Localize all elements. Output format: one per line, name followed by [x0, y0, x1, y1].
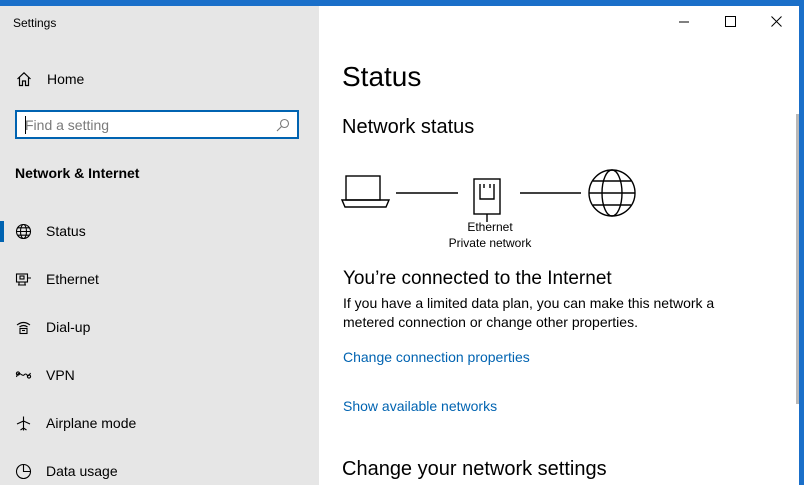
section-title: Network & Internet — [15, 165, 140, 181]
change-connection-properties-link[interactable]: Change connection properties — [343, 349, 530, 365]
scrollbar[interactable] — [796, 114, 799, 404]
search-box[interactable] — [15, 110, 299, 139]
vpn-icon — [15, 371, 32, 379]
dialup-icon — [16, 321, 31, 335]
sidebar-item-label: Data usage — [46, 463, 118, 479]
connected-heading: You’re connected to the Internet — [343, 268, 612, 289]
data-usage-icon — [15, 463, 32, 480]
sidebar-item-label: Airplane mode — [46, 415, 137, 431]
search-icon[interactable] — [276, 118, 290, 132]
settings-window: Settings Home Network & Internet Status — [0, 6, 799, 485]
minimize-icon — [679, 21, 689, 23]
globe-icon — [588, 169, 636, 217]
sidebar-item-dialup[interactable]: Dial-up — [0, 307, 319, 347]
laptop-icon — [341, 175, 391, 208]
home-icon — [17, 71, 31, 87]
change-settings-heading: Change your network settings — [342, 458, 607, 480]
sidebar: Settings Home Network & Internet Status — [0, 6, 319, 485]
text-caret — [25, 116, 26, 134]
close-button[interactable] — [754, 6, 799, 38]
home-label: Home — [47, 71, 85, 87]
minimize-button[interactable] — [662, 6, 708, 38]
sidebar-item-label: Ethernet — [46, 271, 99, 287]
ethernet-port-icon — [473, 178, 501, 222]
close-icon — [771, 16, 782, 27]
sidebar-item-label: Status — [46, 223, 86, 239]
sidebar-item-airplane-mode[interactable]: Airplane mode — [0, 403, 319, 443]
home-button[interactable]: Home — [0, 62, 319, 96]
airplane-icon — [16, 416, 31, 431]
network-type-label: Private network — [448, 236, 532, 250]
search-input[interactable] — [25, 116, 265, 134]
connected-description: If you have a limited data plan, you can… — [343, 295, 715, 330]
sidebar-item-label: VPN — [46, 367, 75, 383]
sidebar-item-label: Dial-up — [46, 319, 91, 335]
maximize-icon — [725, 16, 736, 27]
main-content: Status Network status Ethernet Private n… — [319, 6, 799, 485]
adapter-name-label: Ethernet — [467, 220, 513, 234]
sidebar-item-data-usage[interactable]: Data usage — [0, 451, 319, 485]
show-available-networks-link[interactable]: Show available networks — [343, 398, 497, 414]
app-title: Settings — [13, 16, 57, 30]
selection-indicator — [0, 221, 4, 242]
maximize-button[interactable] — [708, 6, 754, 38]
sidebar-item-vpn[interactable]: VPN — [0, 355, 319, 395]
globe-icon — [15, 223, 32, 240]
sidebar-item-ethernet[interactable]: Ethernet — [0, 259, 319, 299]
ethernet-icon — [15, 273, 31, 286]
page-title: Status — [342, 61, 422, 92]
network-status-heading: Network status — [342, 116, 475, 138]
sidebar-item-status[interactable]: Status — [0, 211, 319, 251]
